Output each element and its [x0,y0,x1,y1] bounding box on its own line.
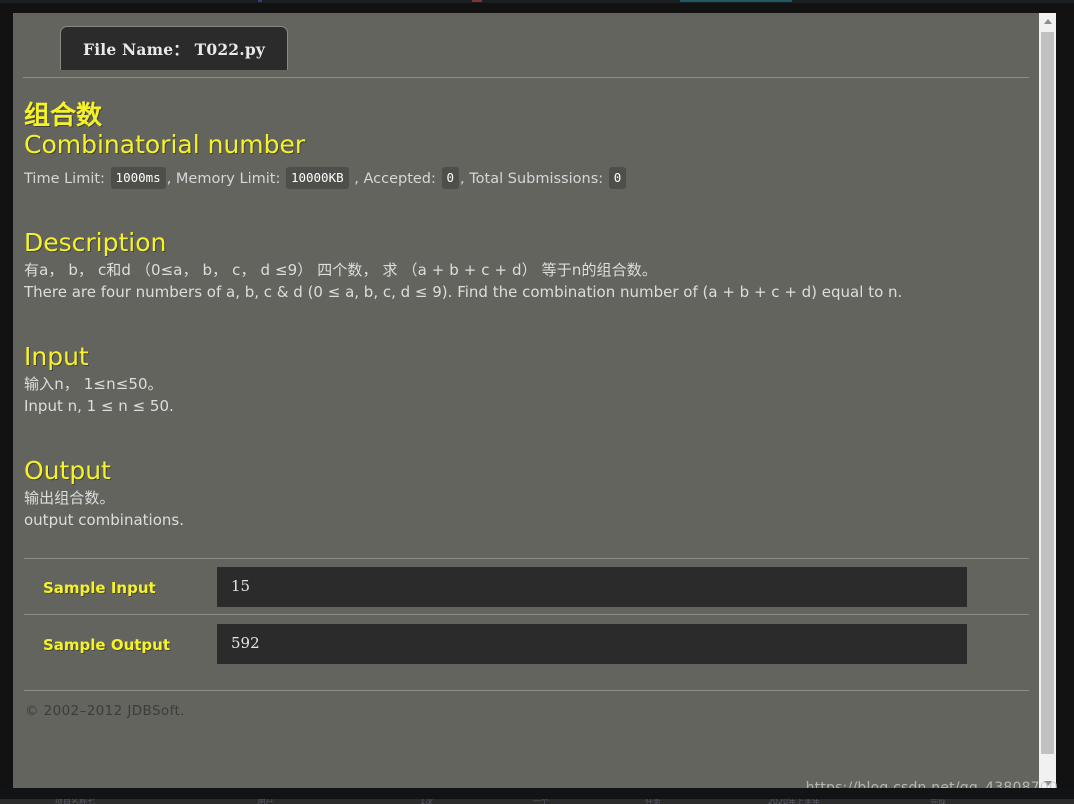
sample-output-box: 592 [217,624,967,664]
input-line-en: Input n, 1 ≤ n ≤ 50. [24,397,174,415]
sample-input-label: Sample Input [43,579,156,597]
tab-strip: File Name： T022.py [13,13,1039,78]
taskbar-cell-3: 一个 [532,799,549,804]
limits-comma-2: , [354,171,359,187]
problem-limits: Time Limit: 1000ms, Memory Limit: 10000K… [24,167,1029,189]
page-viewport: File Name： T022.py 组合数 Combinatorial num… [13,13,1056,792]
taskbar-cell-4: 任务 [645,799,662,804]
sample-input-row: Sample Input 15 [24,567,1029,607]
taskbar: 项目名称七 用户 1次 一个 任务 2020年上半年 完成 [0,788,1074,804]
taskbar-cell-1: 用户 [257,799,274,804]
problem-content: 组合数 Combinatorial number Time Limit: 100… [13,101,1039,719]
chrome-artifact-2 [472,0,482,2]
input-line-cn: 输入n， 1≤n≤50。 [24,375,163,393]
scroll-up-button[interactable] [1039,13,1056,30]
scrollbar-thumb[interactable] [1041,32,1054,754]
samples-spacer-top [24,559,1029,567]
chrome-artifact-3 [680,0,792,2]
chrome-artifact-1 [258,0,262,2]
problem-page: File Name： T022.py 组合数 Combinatorial num… [13,13,1039,792]
section-heading-description: Description [24,228,167,257]
total-submissions-value: 0 [608,167,627,189]
sample-output-row: Sample Output 592 [24,624,1029,664]
taskbar-cell-5: 2020年上半年 [767,799,821,804]
description-line-en: There are four numbers of a, b, c & d (0… [24,283,903,301]
chevron-up-icon [1043,19,1052,24]
taskbar-cell-0: 项目名称七 [55,799,95,804]
vertical-scrollbar[interactable] [1039,13,1056,792]
time-limit-value: 1000ms [110,167,166,189]
taskbar-cell-6: 完成 [930,799,947,804]
accepted-value: 0 [441,167,460,189]
footer-copyright: © 2002–2012 JDBSoft. [25,703,185,719]
tab-file-name[interactable]: File Name： T022.py [60,26,289,70]
section-heading-input: Input [24,342,89,371]
samples-table: Sample Input 15 Sample Output 592 [24,558,1029,664]
tab-label: File Name： T022.py [83,39,266,59]
output-line-cn: 输出组合数。 [24,489,115,507]
screen: File Name： T022.py 组合数 Combinatorial num… [0,0,1074,804]
browser-chrome-strip [0,0,1074,3]
output-line-en: output combinations. [24,511,184,529]
limits-comma-1: , [166,171,172,187]
tab-underline-rule [23,77,1029,78]
sample-output-label: Sample Output [43,636,171,654]
problem-title-cn: 组合数 [24,101,103,131]
problem-title-en: Combinatorial number [24,130,306,159]
memory-limit-label: Memory Limit: [175,171,281,187]
section-heading-output: Output [24,456,111,485]
chevron-down-icon [1043,781,1052,786]
total-submissions-label: Total Submissions: [469,171,604,187]
description-line-cn: 有a， b， c和d （0≤a， b， c， d ≤9） 四个数， 求 （a +… [24,261,657,279]
taskbar-clipped-row: 项目名称七 用户 1次 一个 任务 2020年上半年 完成 [0,799,1074,804]
sample-input-box: 15 [217,567,967,607]
taskbar-cell-2: 1次 [420,799,434,804]
accepted-label: Accepted: [363,171,436,187]
samples-middle-rule [24,614,1029,615]
limits-comma-3: , [460,171,465,187]
memory-limit-value: 10000KB [285,167,349,189]
time-limit-label: Time Limit: [24,171,105,187]
